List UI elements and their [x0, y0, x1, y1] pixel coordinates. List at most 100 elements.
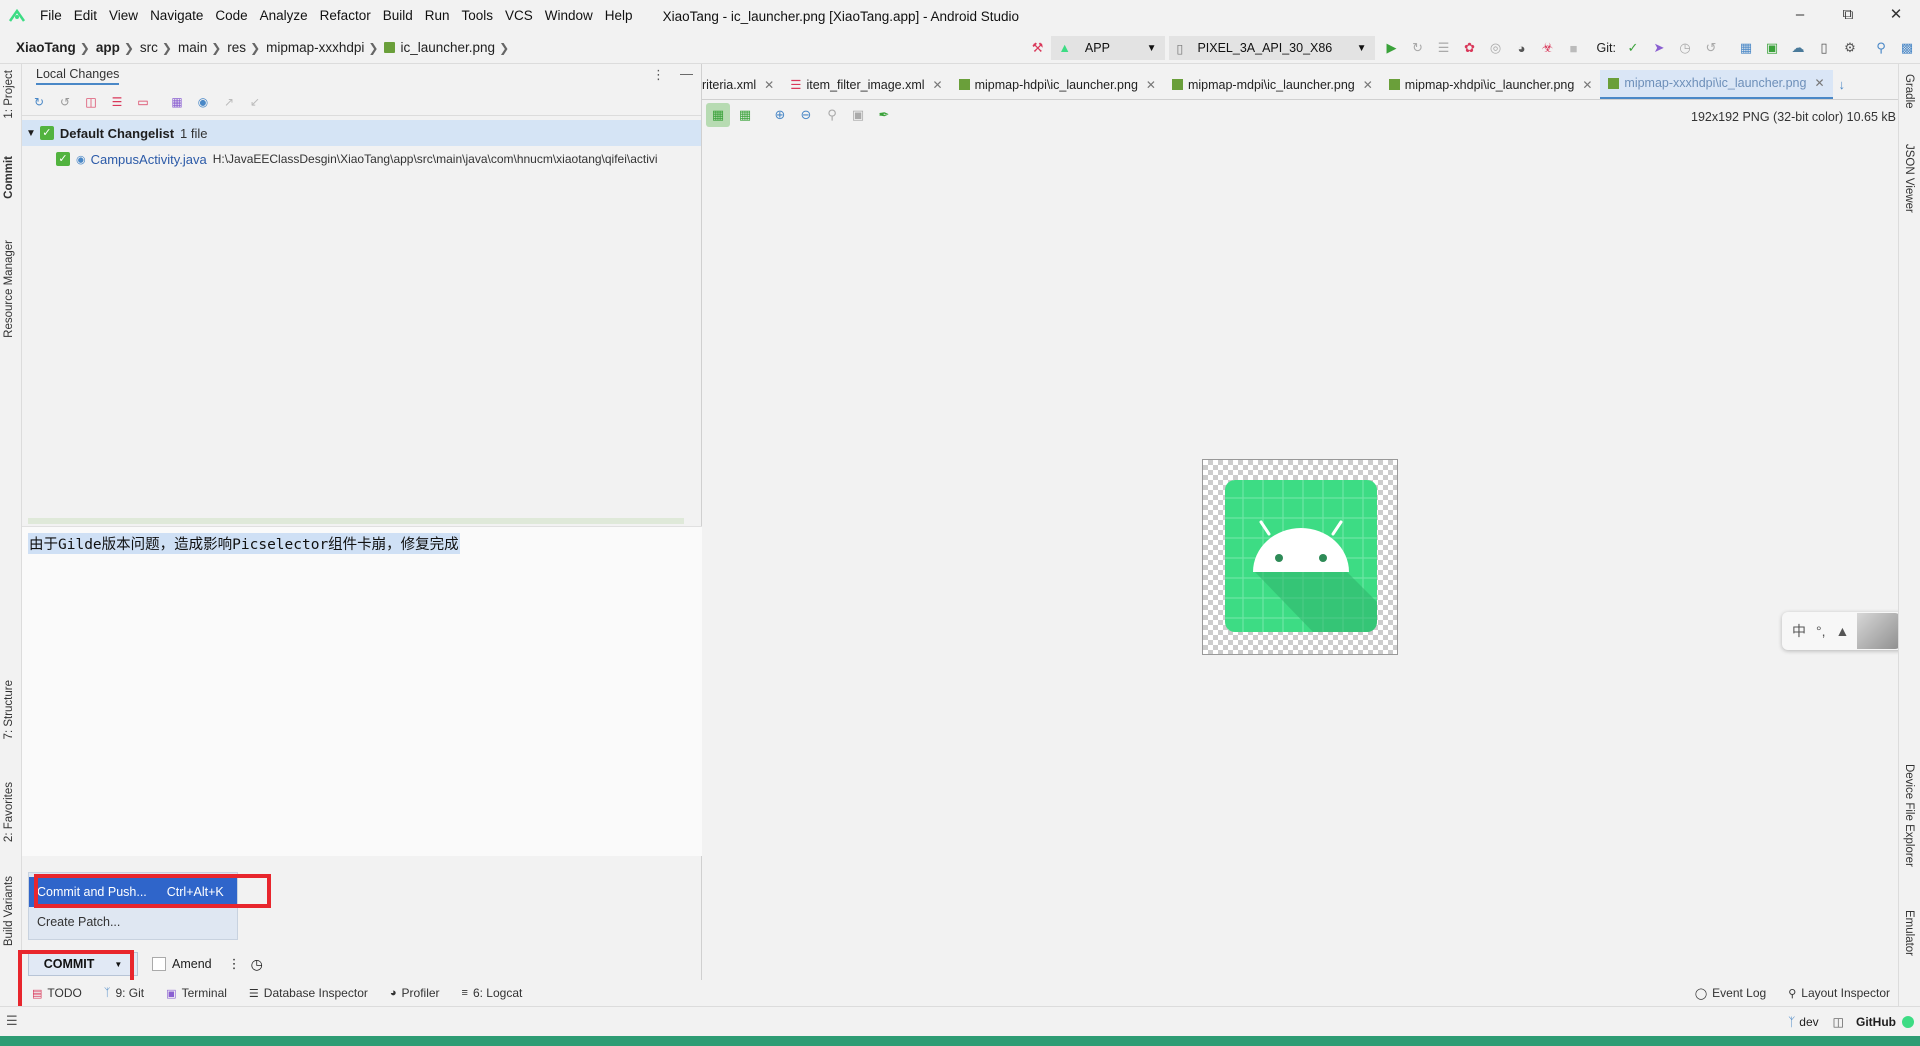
zoom-out-icon[interactable]: ⊖ — [794, 103, 818, 127]
git-push-icon[interactable]: ➤ — [1647, 36, 1671, 60]
shelve-icon[interactable]: ▭ — [132, 91, 154, 113]
tool-profiler[interactable]: ◕ Profiler — [390, 986, 440, 1000]
run-config-select[interactable]: ▲ APP ▼ — [1050, 36, 1165, 60]
editor-tab-active[interactable]: mipmap-xxxhdpi\ic_launcher.png ✕ — [1600, 70, 1833, 99]
menu-tools[interactable]: Tools — [456, 0, 500, 32]
breadcrumb-item[interactable]: main — [178, 40, 207, 55]
tool-logcat[interactable]: ≡ 6: Logcat — [462, 986, 523, 1000]
hammer-icon[interactable]: ⚒ — [1026, 36, 1050, 60]
breadcrumb-item[interactable]: mipmap-xxxhdpi — [266, 40, 364, 55]
fit-zoom-icon[interactable]: ▣ — [846, 103, 870, 127]
tool-tab-commit[interactable]: Commit — [3, 156, 15, 199]
changelist-checkbox[interactable]: ✓ — [39, 126, 54, 140]
menu-item-create-patch[interactable]: Create Patch... — [29, 907, 237, 937]
menu-analyze[interactable]: Analyze — [254, 0, 314, 32]
tab-local-changes[interactable]: Local Changes — [36, 67, 120, 85]
expand-all-icon[interactable]: ↗ — [218, 91, 240, 113]
tab-list-icon[interactable]: ↓ — [1839, 77, 1846, 92]
sdk-manager-icon[interactable]: ⚙ — [1838, 36, 1862, 60]
zoom-in-icon[interactable]: ⊕ — [768, 103, 792, 127]
tool-layout-inspector[interactable]: ⚲ Layout Inspector — [1788, 986, 1890, 1000]
editor-tab[interactable]: mipmap-xhdpi\ic_launcher.png ✕ — [1381, 70, 1601, 99]
layers-icon[interactable]: ☰ — [6, 1013, 18, 1029]
history-icon[interactable]: ◷ — [251, 956, 263, 973]
tool-git[interactable]: ᛉ 9: Git — [104, 986, 144, 1000]
collapse-all-icon[interactable]: ↙ — [244, 91, 266, 113]
menu-refactor[interactable]: Refactor — [314, 0, 377, 32]
color-picker-icon[interactable]: ✒ — [872, 103, 896, 127]
file-checkbox[interactable]: ✓ — [56, 152, 70, 166]
changed-file-row[interactable]: ✓ ◉ CampusActivity.java H:\JavaEEClassDe… — [22, 146, 701, 172]
ime-mode[interactable]: 中 — [1792, 621, 1806, 641]
menu-run[interactable]: Run — [419, 0, 456, 32]
avd-manager-icon[interactable]: ▯ — [1812, 36, 1836, 60]
github-label[interactable]: GitHub — [1856, 1015, 1896, 1029]
group-by-icon[interactable]: ▦ — [166, 91, 188, 113]
tool-tab-project[interactable]: 1: Project — [3, 70, 15, 119]
apply-code-changes-icon[interactable]: ☰ — [1432, 36, 1456, 60]
editor-tab[interactable]: riteria.xml ✕ — [702, 70, 782, 99]
attach-debugger-icon[interactable]: ☣ — [1536, 36, 1560, 60]
tool-terminal[interactable]: ▣ Terminal — [166, 986, 227, 1000]
splitter[interactable] — [28, 518, 684, 524]
changelist-icon[interactable]: ☰ — [106, 91, 128, 113]
menu-view[interactable]: View — [103, 0, 144, 32]
close-tab-icon[interactable]: ✕ — [933, 78, 943, 92]
git-update-icon[interactable]: ✓ — [1621, 36, 1645, 60]
close-tab-icon[interactable]: ✕ — [1146, 78, 1156, 92]
ime-toolbar[interactable]: 中 °, ▲ — [1782, 612, 1917, 650]
breadcrumb-item[interactable]: ic_launcher.png — [384, 40, 495, 55]
debug-icon[interactable]: ✿ — [1458, 36, 1482, 60]
tool-database-inspector[interactable]: ☰ Database Inspector — [249, 986, 368, 1000]
terminal-icon[interactable]: ▣ — [1760, 36, 1784, 60]
menu-navigate[interactable]: Navigate — [144, 0, 209, 32]
search-icon[interactable]: ⚲ — [1869, 36, 1893, 60]
device-select[interactable]: ▯ PIXEL_3A_API_30_X86 ▼ — [1168, 36, 1375, 60]
minimize-icon[interactable]: – — [1776, 0, 1824, 32]
tool-todo[interactable]: ▤ TODO — [32, 986, 82, 1000]
refresh-icon[interactable]: ↻ — [28, 91, 50, 113]
menu-window[interactable]: Window — [539, 0, 599, 32]
coverage-icon[interactable]: ◎ — [1484, 36, 1508, 60]
grid-icon[interactable]: ▦ — [733, 103, 757, 127]
editor-tab[interactable]: ☰ item_filter_image.xml ✕ — [782, 70, 950, 99]
menu-file[interactable]: File — [34, 0, 68, 32]
breadcrumb-item[interactable]: res — [227, 40, 246, 55]
menu-help[interactable]: Help — [599, 0, 639, 32]
close-tab-icon[interactable]: ✕ — [1582, 78, 1592, 92]
tool-tab-build-variants[interactable]: Build Variants — [3, 876, 15, 946]
menu-edit[interactable]: Edit — [68, 0, 103, 32]
eye-icon[interactable]: ◉ — [192, 91, 214, 113]
ide-icon[interactable]: ▩ — [1895, 36, 1919, 60]
run-icon[interactable]: ▶ — [1380, 36, 1404, 60]
close-tab-icon[interactable]: ✕ — [1363, 78, 1373, 92]
amend-checkbox[interactable] — [152, 957, 166, 971]
tool-tab-structure[interactable]: 7: Structure — [3, 680, 15, 739]
tool-event-log[interactable]: ◯ Event Log — [1695, 986, 1766, 1000]
tool-tab-emulator[interactable]: Emulator — [1903, 910, 1915, 956]
rollback-icon[interactable]: ↺ — [54, 91, 76, 113]
commit-message-editor[interactable]: 由于Gilde版本问题，造成影响Picselector组件卡崩，修复完成 — [22, 526, 702, 856]
breadcrumb-item[interactable]: app — [96, 40, 120, 55]
chessboard-icon[interactable]: ▦ — [706, 103, 730, 127]
tool-tab-favorites[interactable]: 2: Favorites — [3, 782, 15, 842]
git-branch[interactable]: dev — [1799, 1015, 1818, 1029]
close-tab-icon[interactable]: ✕ — [764, 78, 774, 92]
stop-icon[interactable]: ■ — [1562, 36, 1586, 60]
editor-tab[interactable]: mipmap-hdpi\ic_launcher.png ✕ — [951, 70, 1164, 99]
menu-build[interactable]: Build — [377, 0, 419, 32]
ime-punctuation[interactable]: °, — [1816, 623, 1826, 639]
shirt-icon[interactable]: ▲ — [1836, 623, 1850, 639]
lock-icon[interactable]: ◫ — [1833, 1015, 1844, 1029]
changelist-row[interactable]: ▼ ✓ Default Changelist 1 file — [22, 120, 701, 146]
actual-size-icon[interactable]: ⚲ — [820, 103, 844, 127]
editor-tab[interactable]: mipmap-mdpi\ic_launcher.png ✕ — [1164, 70, 1381, 99]
chevron-down-icon[interactable]: ▼ — [26, 128, 36, 139]
menu-vcs[interactable]: VCS — [499, 0, 539, 32]
more-icon[interactable]: ⋮ — [228, 956, 241, 972]
apply-changes-icon[interactable]: ↻ — [1406, 36, 1430, 60]
diff-icon[interactable]: ◫ — [80, 91, 102, 113]
profile-icon[interactable]: ◕ — [1510, 36, 1534, 60]
git-rollback-icon[interactable]: ↺ — [1699, 36, 1723, 60]
layout-icon[interactable]: ▦ — [1734, 36, 1758, 60]
